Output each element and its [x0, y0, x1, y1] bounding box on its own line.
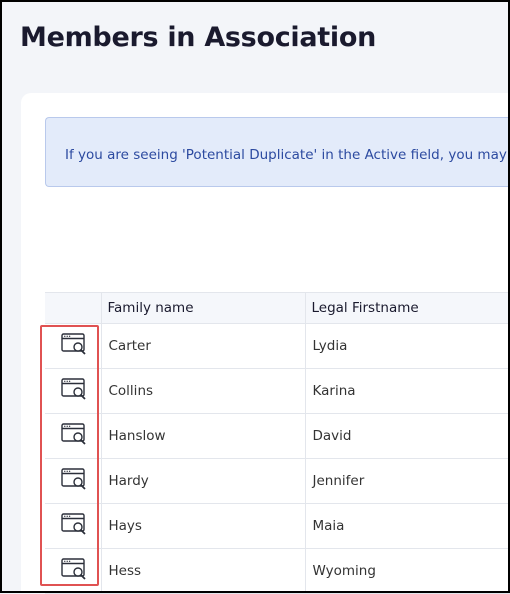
table-row: Carter Lydia [45, 323, 510, 369]
table-row: Hardy Jennifer [45, 458, 510, 504]
view-member-button[interactable] [59, 333, 89, 359]
table-row: Hanslow David [45, 413, 510, 459]
legal-firstname-cell: Karina [304, 368, 510, 414]
browser-search-icon [61, 333, 87, 359]
legal-firstname-cell: Jennifer [304, 458, 510, 504]
table-row: Collins Karina [45, 368, 510, 414]
action-cell [45, 458, 101, 504]
table-row: Hays Maia [45, 503, 510, 549]
members-table: Family name Legal Firstname Carter Lydia C… [45, 292, 510, 594]
legal-firstname-cell: David [304, 413, 510, 459]
legal-firstname-cell: Wyoming [304, 548, 510, 594]
view-member-button[interactable] [59, 423, 89, 449]
family-name-cell: Carter [100, 323, 305, 369]
table-header-row: Family name Legal Firstname [45, 292, 510, 324]
column-header-legal-firstname[interactable]: Legal Firstname [304, 292, 510, 324]
family-name-cell: Hays [100, 503, 305, 549]
legal-firstname-cell: Lydia [304, 323, 510, 369]
browser-search-icon [61, 513, 87, 539]
column-header-action [45, 292, 101, 324]
action-cell [45, 503, 101, 549]
column-header-family-name[interactable]: Family name [100, 292, 305, 324]
page-title: Members in Association [20, 22, 377, 53]
family-name-cell: Collins [100, 368, 305, 414]
view-member-button[interactable] [59, 558, 89, 584]
family-name-cell: Hardy [100, 458, 305, 504]
info-notice: If you are seeing 'Potential Duplicate' … [45, 117, 510, 187]
family-name-cell: Hess [100, 548, 305, 594]
browser-search-icon [61, 468, 87, 494]
content-card: If you are seeing 'Potential Duplicate' … [21, 93, 510, 594]
family-name-cell: Hanslow [100, 413, 305, 459]
view-member-button[interactable] [59, 378, 89, 404]
legal-firstname-cell: Maia [304, 503, 510, 549]
view-member-button[interactable] [59, 513, 89, 539]
action-cell [45, 548, 101, 594]
action-cell [45, 323, 101, 369]
browser-search-icon [61, 558, 87, 584]
browser-search-icon [61, 423, 87, 449]
action-cell [45, 413, 101, 459]
view-member-button[interactable] [59, 468, 89, 494]
table-row: Hess Wyoming [45, 548, 510, 594]
action-cell [45, 368, 101, 414]
browser-search-icon [61, 378, 87, 404]
info-notice-text: If you are seeing 'Potential Duplicate' … [65, 147, 507, 163]
